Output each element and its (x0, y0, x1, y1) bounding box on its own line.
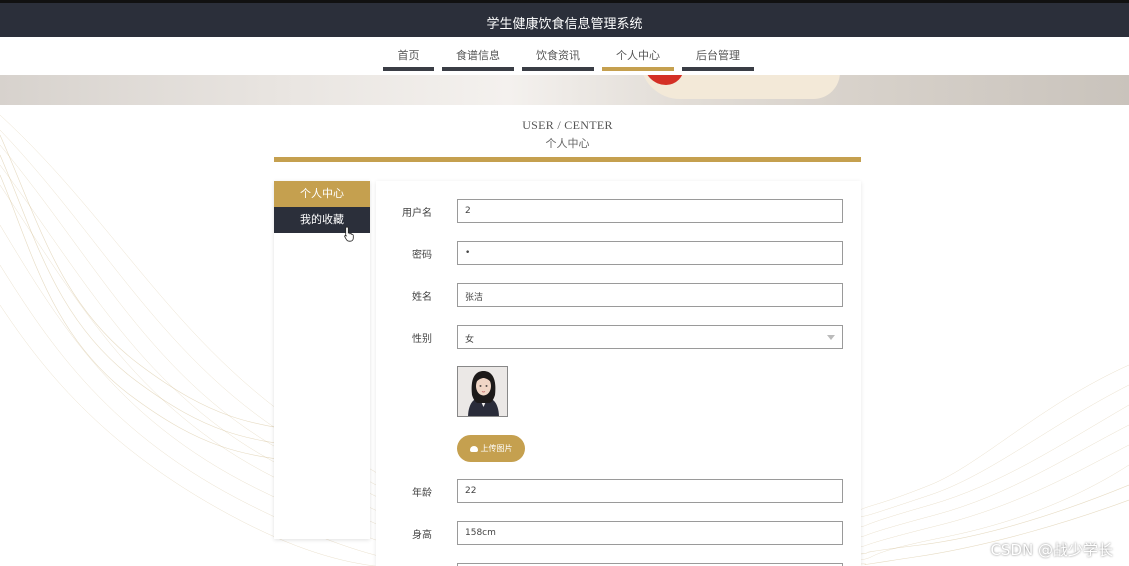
gender-select[interactable]: 女 (457, 325, 843, 349)
profile-form: 用户名 2 密码 • 姓名 张洁 性别 女 上传图片 年龄 22 身高 158c… (376, 181, 861, 566)
form-row-username: 用户名 2 (376, 199, 861, 223)
nav-item-admin[interactable]: 后台管理 (682, 37, 754, 75)
avatar-portrait-icon (458, 367, 507, 416)
form-row-height: 身高 158cm (376, 521, 861, 545)
section-divider (274, 157, 861, 162)
banner-image (0, 75, 1129, 105)
sidebar-item-personal-center[interactable]: 个人中心 (274, 181, 370, 207)
password-label: 密码 (412, 250, 432, 261)
gender-selected-value: 女 (465, 335, 475, 345)
form-row-name: 姓名 张洁 (376, 283, 861, 307)
cloud-upload-icon (469, 445, 478, 452)
username-label: 用户名 (402, 208, 432, 219)
form-row-password: 密码 • (376, 241, 861, 265)
site-title: 学生健康饮食信息管理系统 (486, 17, 643, 32)
name-label: 姓名 (412, 292, 432, 303)
gender-label: 性别 (412, 334, 432, 345)
age-input[interactable]: 22 (457, 479, 843, 503)
name-input[interactable]: 张洁 (457, 283, 843, 307)
form-row-gender: 性别 女 (376, 325, 861, 349)
age-label: 年龄 (412, 488, 432, 499)
upload-button-label: 上传图片 (480, 444, 513, 453)
height-input[interactable]: 158cm (457, 521, 843, 545)
nav-item-diet-news[interactable]: 饮食资讯 (522, 37, 594, 75)
height-label: 身高 (412, 530, 432, 541)
nav-item-recipes[interactable]: 食谱信息 (442, 37, 514, 75)
upload-image-button[interactable]: 上传图片 (457, 435, 525, 462)
password-input[interactable]: • (457, 241, 843, 265)
top-header: 学生健康饮食信息管理系统 (0, 0, 1129, 37)
section-title-cn: 个人中心 (545, 137, 590, 150)
nav-item-home[interactable]: 首页 (383, 37, 434, 75)
section-title-en: USER / CENTER (522, 118, 613, 132)
csdn-watermark: CSDN @战少学长 (990, 541, 1113, 559)
hand-cursor-icon (344, 226, 354, 242)
section-heading: USER / CENTER 个人中心 (274, 118, 861, 151)
chevron-down-icon (827, 335, 835, 340)
nav-item-personal-center[interactable]: 个人中心 (602, 37, 674, 75)
avatar-image (457, 366, 508, 417)
main-nav: 首页 食谱信息 饮食资讯 个人中心 后台管理 (0, 37, 1129, 75)
form-row-age: 年龄 22 (376, 479, 861, 503)
username-input[interactable]: 2 (457, 199, 843, 223)
